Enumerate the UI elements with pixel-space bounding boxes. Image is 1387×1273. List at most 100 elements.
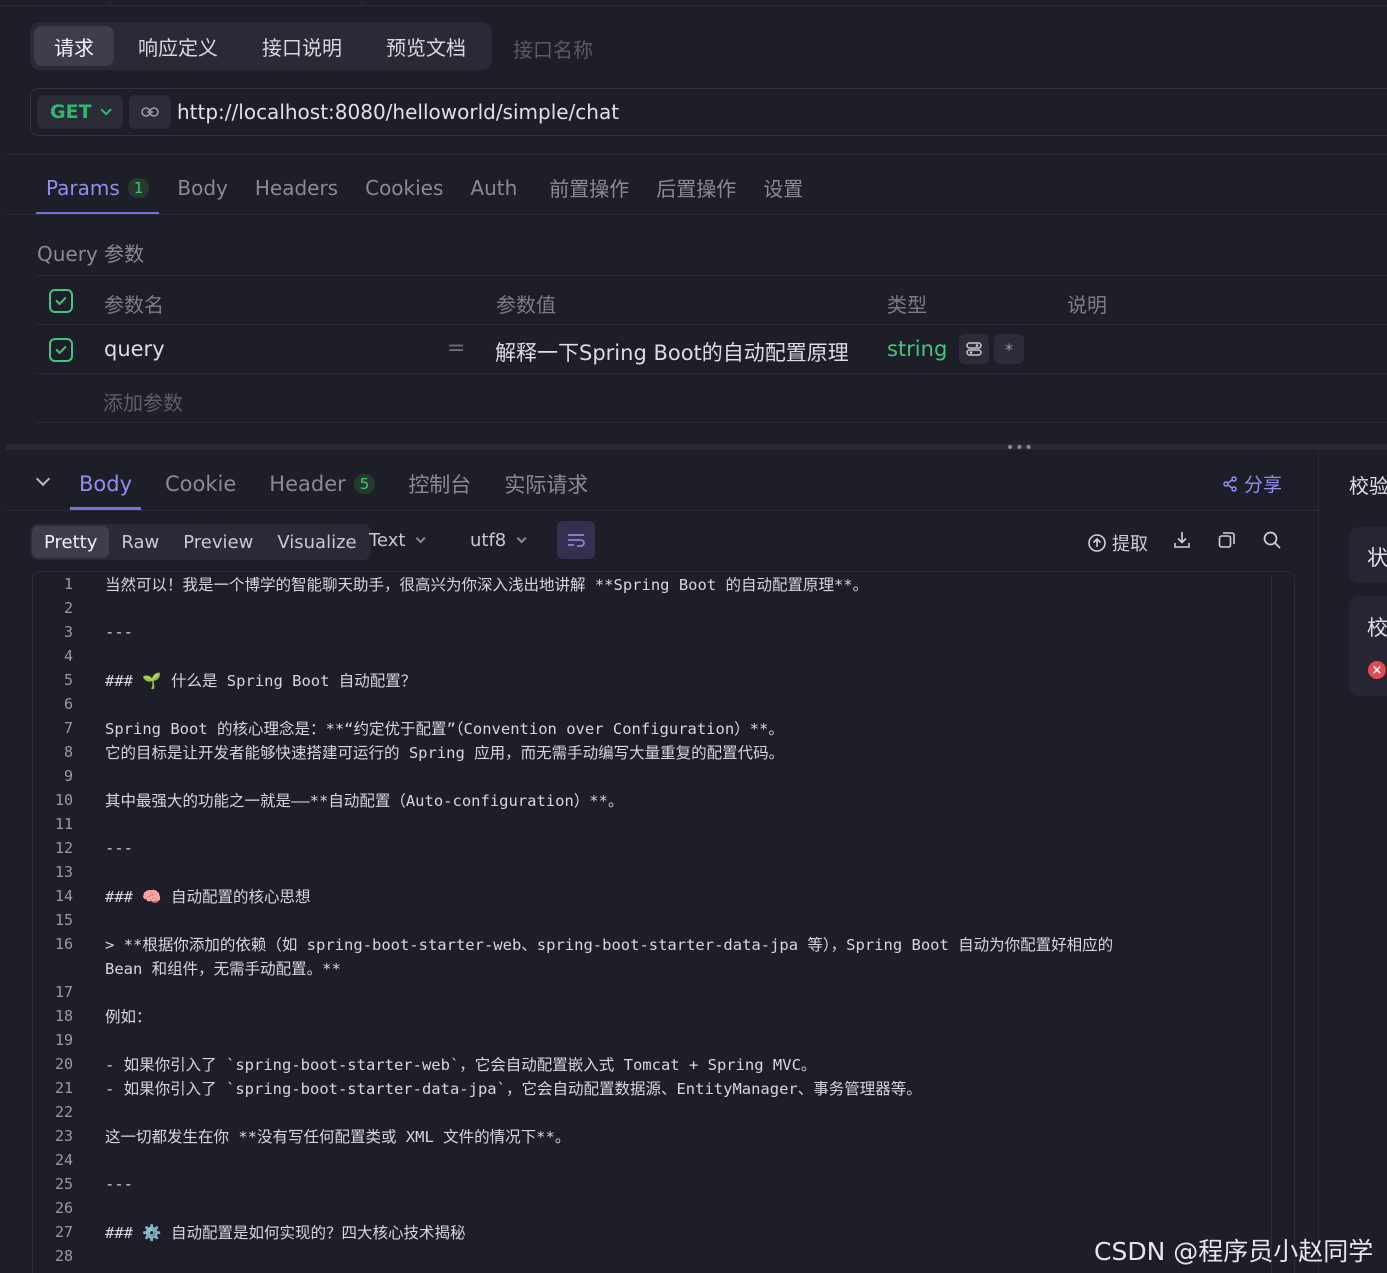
validation-title: 校验 [1349, 474, 1387, 498]
code-line: 13 [32, 860, 105, 884]
divider [6, 154, 1387, 155]
response-tabs: Body Cookie Header 5 控制台 实际请求 [70, 458, 612, 510]
tab-actual-request[interactable]: 实际请求 [495, 458, 597, 510]
top-border-segment [110, 0, 362, 6]
code-line: 10 其中最强大的功能之一就是——**自动配置（Auto-configuratio… [32, 788, 624, 812]
header-type: 类型 [887, 293, 927, 317]
code-line-text: Spring Boot 的核心理念是：**“约定优于配置”（Convention… [105, 720, 784, 738]
tab-post-operations[interactable]: 后置操作 [646, 160, 746, 215]
code-line-text: - 如果你引入了 `spring-boot-starter-data-jpa`，… [105, 1080, 922, 1098]
line-number: 10 [54, 791, 73, 809]
top-border [0, 0, 1387, 6]
share-button[interactable]: 分享 [1222, 470, 1282, 497]
code-line: 2 [32, 596, 105, 620]
line-number: 20 [54, 1055, 73, 1073]
required-toggle[interactable]: * [994, 334, 1024, 364]
url-input[interactable]: http://localhost:8080/helloworld/simple/… [177, 100, 619, 124]
line-number: 6 [63, 695, 73, 713]
code-line: 7 Spring Boot 的核心理念是：**“约定优于配置”（Conventio… [32, 716, 784, 740]
code-line-text: 其中最强大的功能之一就是——**自动配置（Auto-configuration）… [105, 792, 624, 810]
tab-auth[interactable]: Auth [460, 160, 527, 215]
format-preview[interactable]: Preview [171, 526, 265, 558]
line-number: 13 [54, 863, 73, 881]
code-line-text: Bean 和组件，无需手动配置。** [105, 960, 341, 978]
line-number: 21 [54, 1079, 73, 1097]
code-line: 14 ### 🧠 自动配置的核心思想 [32, 884, 311, 908]
param-value-field[interactable]: 解释一下Spring Boot的自动配置原理 [495, 337, 849, 367]
line-number: 15 [54, 911, 73, 929]
chevron-down-icon [416, 533, 426, 544]
collapse-chevron-icon[interactable] [35, 471, 51, 487]
format-visualize[interactable]: Visualize [265, 526, 368, 558]
format-raw[interactable]: Raw [109, 526, 171, 558]
tab-console[interactable]: 控制台 [399, 458, 480, 510]
extract-icon [1088, 534, 1106, 552]
tab-settings[interactable]: 设置 [753, 160, 813, 215]
tab-response-header[interactable]: Header 5 [260, 458, 384, 510]
code-line: 21 - 如果你引入了 `spring-boot-starter-data-jpa… [32, 1076, 922, 1100]
line-number: 24 [54, 1151, 73, 1169]
param-settings-icon[interactable] [959, 334, 989, 364]
text-mode-select[interactable]: Text [369, 530, 426, 551]
code-line: 9 [32, 764, 105, 788]
tab-response-body[interactable]: Body [70, 458, 142, 510]
code-line: 15 [32, 908, 105, 932]
add-param-button[interactable]: 添加参数 [103, 387, 183, 416]
code-line: 23 这一切都发生在你 **没有写任何配置类或 XML 文件的情况下**。 [32, 1124, 570, 1148]
search-icon[interactable] [1262, 530, 1282, 550]
code-line: 12 --- [32, 836, 133, 860]
line-number: 25 [54, 1175, 73, 1193]
status-card-label: 状 [1367, 546, 1387, 570]
tab-request[interactable]: 请求 [34, 26, 114, 66]
code-line: 24 [32, 1148, 105, 1172]
code-line-text: --- [105, 1175, 133, 1193]
header-param-name: 参数名 [104, 293, 164, 317]
tab-pre-operations[interactable]: 前置操作 [539, 160, 639, 215]
watermark: CSDN @程序员小赵同学 [1094, 1237, 1374, 1266]
equals-sign: = [447, 336, 466, 361]
tab-api-description[interactable]: 接口说明 [242, 26, 362, 66]
line-number: 23 [54, 1127, 73, 1145]
extract-button[interactable]: 提取 [1087, 530, 1148, 556]
table-border [36, 373, 1387, 374]
row-checkbox[interactable] [49, 338, 73, 362]
header-param-value: 参数值 [496, 293, 556, 317]
api-name-input[interactable]: 接口名称 [513, 34, 593, 63]
panel-resize-handle[interactable] [6, 444, 1387, 450]
tab-headers[interactable]: Headers [245, 160, 348, 215]
table-border [36, 422, 1387, 423]
line-number: 4 [63, 647, 73, 665]
line-number: 5 [63, 671, 73, 689]
chevron-down-icon [100, 104, 112, 116]
code-line: 8 它的目标是让开发者能够快速搭建可运行的 Spring 应用，而无需手动编写大量… [32, 740, 784, 764]
format-pretty[interactable]: Pretty [32, 526, 110, 558]
query-section-title: Query 参数 [37, 242, 145, 266]
tab-preview-doc[interactable]: 预览文档 [366, 26, 486, 66]
download-icon[interactable] [1172, 530, 1192, 550]
validation-card-label: 校 [1367, 616, 1387, 640]
tab-response-definition[interactable]: 响应定义 [118, 26, 238, 66]
method-label: GET [50, 101, 92, 123]
code-line: Bean 和组件，无需手动配置。** [32, 956, 341, 980]
tab-params-label: Params [46, 175, 120, 200]
tab-response-cookie[interactable]: Cookie [156, 458, 245, 510]
code-line: 20 - 如果你引入了 `spring-boot-starter-web`，它会自… [32, 1052, 817, 1076]
editor-scrollbar[interactable] [1271, 575, 1272, 1273]
tab-body[interactable]: Body [167, 160, 238, 215]
wrap-lines-icon[interactable] [557, 521, 595, 559]
encoding-select[interactable]: utf8 [470, 530, 527, 551]
param-tabs: Params 1 Body Headers Cookies Auth 前置操作 … [36, 160, 813, 215]
link-icon[interactable] [129, 95, 171, 129]
method-select[interactable]: GET [37, 95, 123, 129]
format-tabs: Pretty Raw Preview Visualize [30, 524, 371, 560]
param-name-field[interactable]: query [104, 337, 165, 361]
tab-cookies[interactable]: Cookies [355, 160, 453, 215]
share-label: 分享 [1244, 474, 1283, 496]
select-all-checkbox[interactable] [49, 289, 73, 313]
params-count-badge: 1 [127, 177, 150, 198]
tab-params[interactable]: Params 1 [36, 160, 160, 215]
chevron-down-icon [516, 533, 527, 544]
code-line-text: - 如果你引入了 `spring-boot-starter-web`，它会自动配… [105, 1056, 817, 1074]
copy-icon[interactable] [1217, 530, 1237, 550]
param-type-select[interactable]: string [887, 337, 947, 361]
